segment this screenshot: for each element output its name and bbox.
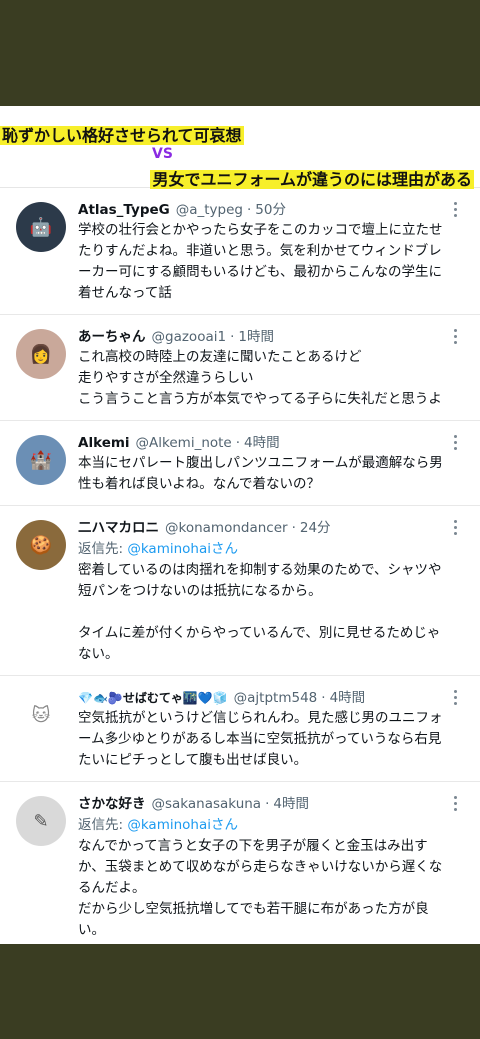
tweet-card[interactable]: 🏰 Alkemi @Alkemi_note · 4時間 本当にセパレート腹出しパ… [0, 421, 480, 506]
user-name[interactable]: Atlas_TypeG [78, 200, 170, 220]
user-name[interactable]: 💎🐟🫐せばむてゃ🌃💙🧊 [78, 688, 228, 708]
post-time[interactable]: 4時間 [330, 688, 366, 708]
castle-avatar-icon[interactable]: 🏰 [16, 435, 66, 485]
title-line-2-text: 男女でユニフォームが違うのには理由がある [150, 170, 474, 189]
reply-prefix: 返信先: [78, 817, 128, 833]
reply-mention-link[interactable]: @kaminohaiさん [127, 817, 238, 833]
user-handle[interactable]: @gazooai1 [152, 327, 227, 347]
tweet-card[interactable]: ✎ さかな好き @sakanasakuna · 4時間 返信先: @kamino… [0, 782, 480, 944]
robot-avatar-icon[interactable]: 🤖 [16, 202, 66, 252]
user-handle[interactable]: @a_typeg [176, 200, 243, 220]
user-name[interactable]: あーちゃん [78, 327, 146, 347]
reply-prefix: 返信先: [78, 541, 128, 557]
user-handle[interactable]: @ajtptm548 [234, 688, 318, 708]
post-time[interactable]: 24分 [300, 518, 331, 538]
tweet-card[interactable]: 👩 あーちゃん @gazooai1 · 1時間 これ高校の時陸上の友達に聞いたこ… [0, 315, 480, 421]
separator-dot: · [230, 329, 235, 345]
tweet-header: Atlas_TypeG @a_typeg · 50分 [78, 200, 452, 220]
separator-dot: · [265, 796, 270, 812]
post-time[interactable]: 4時間 [244, 433, 280, 453]
user-handle[interactable]: @konamondancer [165, 518, 288, 538]
cat-avatar-icon[interactable]: 🐱 [16, 690, 66, 740]
tweet-header: 二ハマカロニ @konamondancer · 24分 [78, 518, 452, 538]
title-vs: VS [152, 146, 173, 162]
title-line-2: 男女でユニフォームが違うのには理由がある [150, 166, 474, 190]
tweet-card[interactable]: 🍪 二ハマカロニ @konamondancer · 24分 返信先: @kami… [0, 506, 480, 676]
post-time[interactable]: 50分 [255, 200, 286, 220]
girl-avatar-icon[interactable]: 👩 [16, 329, 66, 379]
separator-dot: · [246, 202, 252, 218]
tweet-text: 本当にセパレート腹出しパンツユニフォームが最適解なら男性も着れば良いよね。なんで… [78, 455, 443, 492]
tweet-header: Alkemi @Alkemi_note · 4時間 [78, 433, 452, 453]
tweet-card[interactable]: 🐱 💎🐟🫐せばむてゃ🌃💙🧊 @ajtptm548 · 4時間 空気抵抗がというけ… [0, 676, 480, 782]
reply-context: 返信先: @kaminohaiさん [78, 538, 452, 560]
more-options-icon[interactable] [450, 202, 460, 217]
tweet-text: 密着しているのは肉揺れを抑制する効果のためで、シャツや短パンをつけないのは抵抗に… [78, 562, 442, 662]
tweet-text: 空気抵抗がというけど信じられんわ。見た感じ男のユニフォーム多少ゆとりがあるし本当… [78, 710, 443, 768]
user-handle[interactable]: @sakanasakuna [152, 794, 262, 814]
title-line-1-text: 恥ずかしい格好させられて可哀想 [0, 126, 244, 145]
user-handle[interactable]: @Alkemi_note [136, 433, 232, 453]
tweet-text: これ高校の時陸上の友達に聞いたことあるけど 走りやすさが全然違うらしい こう言う… [78, 349, 442, 407]
post-time[interactable]: 4時間 [273, 794, 309, 814]
top-dark-band [0, 0, 480, 106]
more-options-icon[interactable] [450, 435, 460, 450]
post-time[interactable]: 1時間 [238, 327, 274, 347]
more-options-icon[interactable] [450, 796, 460, 811]
screenshot-panel: 恥ずかしい格好させられて可哀想 VS 男女でユニフォームが違うのには理由がある … [0, 106, 480, 944]
food-avatar-icon[interactable]: 🍪 [16, 520, 66, 570]
title-banner: 恥ずかしい格好させられて可哀想 VS 男女でユニフォームが違うのには理由がある [0, 106, 480, 190]
user-name[interactable]: 二ハマカロニ [78, 518, 159, 538]
tweet-header: 💎🐟🫐せばむてゃ🌃💙🧊 @ajtptm548 · 4時間 [78, 688, 452, 708]
more-options-icon[interactable] [450, 329, 460, 344]
title-line-1: 恥ずかしい格好させられて可哀想 [0, 122, 244, 146]
tweet-card[interactable]: 🤖 Atlas_TypeG @a_typeg · 50分 学校の壮行会とかやった… [0, 188, 480, 315]
separator-dot: · [235, 435, 241, 451]
reply-context: 返信先: @kaminohaiさん [78, 814, 452, 836]
tweet-text: なんでかって言うと女子の下を男子が履くと金玉はみ出すか、玉袋まとめて収めながら走… [78, 838, 443, 944]
more-options-icon[interactable] [450, 690, 460, 705]
user-name[interactable]: さかな好き [78, 794, 146, 814]
tweet-header: あーちゃん @gazooai1 · 1時間 [78, 327, 452, 347]
reply-mention-link[interactable]: @kaminohaiさん [127, 541, 238, 557]
user-name[interactable]: Alkemi [78, 433, 130, 453]
bottom-dark-band [0, 944, 480, 1039]
separator-dot: · [291, 520, 296, 536]
more-options-icon[interactable] [450, 520, 460, 535]
tweet-text: 学校の壮行会とかやったら女子をこのカッコで壇上に立たせたりすんだよね。非道いと思… [78, 222, 443, 301]
separator-dot: · [321, 690, 326, 706]
tweet-header: さかな好き @sakanasakuna · 4時間 [78, 794, 452, 814]
tweet-list: 🤖 Atlas_TypeG @a_typeg · 50分 学校の壮行会とかやった… [0, 188, 480, 944]
sketch-avatar-icon[interactable]: ✎ [16, 796, 66, 846]
